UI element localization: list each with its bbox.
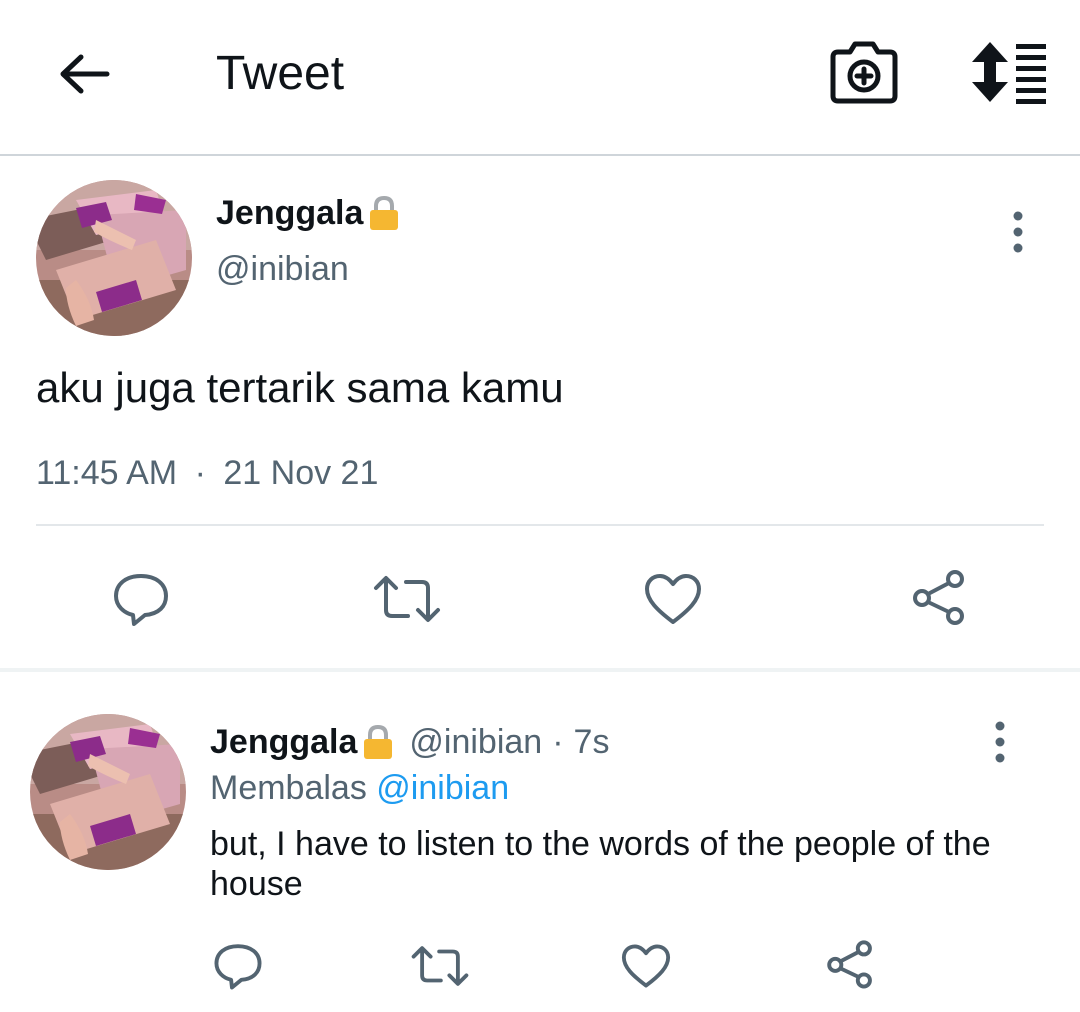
- back-button[interactable]: [54, 44, 114, 104]
- author-name[interactable]: Jenggala: [216, 192, 401, 234]
- like-button[interactable]: [640, 566, 706, 632]
- author-handle[interactable]: @inibian: [216, 248, 349, 290]
- avatar[interactable]: [36, 180, 192, 336]
- more-vertical-icon: [1013, 211, 1023, 253]
- share-icon: [913, 570, 964, 625]
- reply-icon: [214, 944, 262, 990]
- tweet-text: aku juga tertarik sama kamu: [36, 364, 564, 411]
- reply-time: 7s: [573, 723, 610, 761]
- reply-more-options-button[interactable]: [982, 718, 1018, 766]
- reply-separator: ·: [552, 723, 564, 761]
- share-button[interactable]: [906, 564, 972, 630]
- retweet-icon: [411, 946, 469, 986]
- reply-share-button[interactable]: [822, 936, 878, 992]
- replying-mention-link[interactable]: @inibian: [376, 769, 509, 807]
- replying-prefix: Membalas: [210, 769, 367, 807]
- reply-text: but, I have to listen to the words of th…: [210, 825, 991, 903]
- heart-icon: [645, 574, 701, 624]
- retweet-icon: [374, 576, 440, 622]
- replying-to: Membalas @inibian: [210, 766, 509, 810]
- top-app-bar: Tweet: [0, 0, 1080, 156]
- reply-button[interactable]: [108, 566, 174, 632]
- lock-icon: [370, 195, 399, 230]
- reply-author-row: Jenggala @inibian · 7s: [210, 720, 609, 764]
- camera-button[interactable]: [828, 38, 900, 106]
- display-name: Jenggala: [216, 194, 364, 232]
- sort-list-icon: [972, 42, 1046, 104]
- camera-plus-icon: [830, 41, 898, 104]
- reply-icon: [114, 574, 168, 626]
- heart-icon: [621, 944, 671, 988]
- timestamp-separator: ·: [194, 454, 206, 492]
- reply-handle[interactable]: @inibian: [409, 720, 542, 764]
- page-title: Tweet: [216, 47, 345, 100]
- section-divider: [0, 668, 1080, 672]
- more-options-button[interactable]: [1000, 208, 1036, 256]
- more-vertical-icon: [995, 721, 1005, 763]
- reply-display-name[interactable]: Jenggala: [210, 720, 357, 764]
- divider: [36, 524, 1044, 526]
- tweet-timestamp: 11:45 AM · 21 Nov 21: [36, 452, 378, 494]
- reply-like-button[interactable]: [618, 938, 674, 994]
- tweet-date: 21 Nov 21: [223, 454, 379, 492]
- tweet-time: 11:45 AM: [36, 454, 178, 492]
- retweet-button[interactable]: [370, 566, 444, 632]
- sort-replies-button[interactable]: [968, 40, 1048, 104]
- reply-retweet-button[interactable]: [408, 938, 472, 994]
- share-icon: [827, 940, 872, 989]
- reply-reply-button[interactable]: [210, 938, 266, 994]
- lock-icon: [364, 724, 393, 759]
- arrow-left-icon: [60, 54, 110, 94]
- reply-avatar[interactable]: [30, 714, 186, 870]
